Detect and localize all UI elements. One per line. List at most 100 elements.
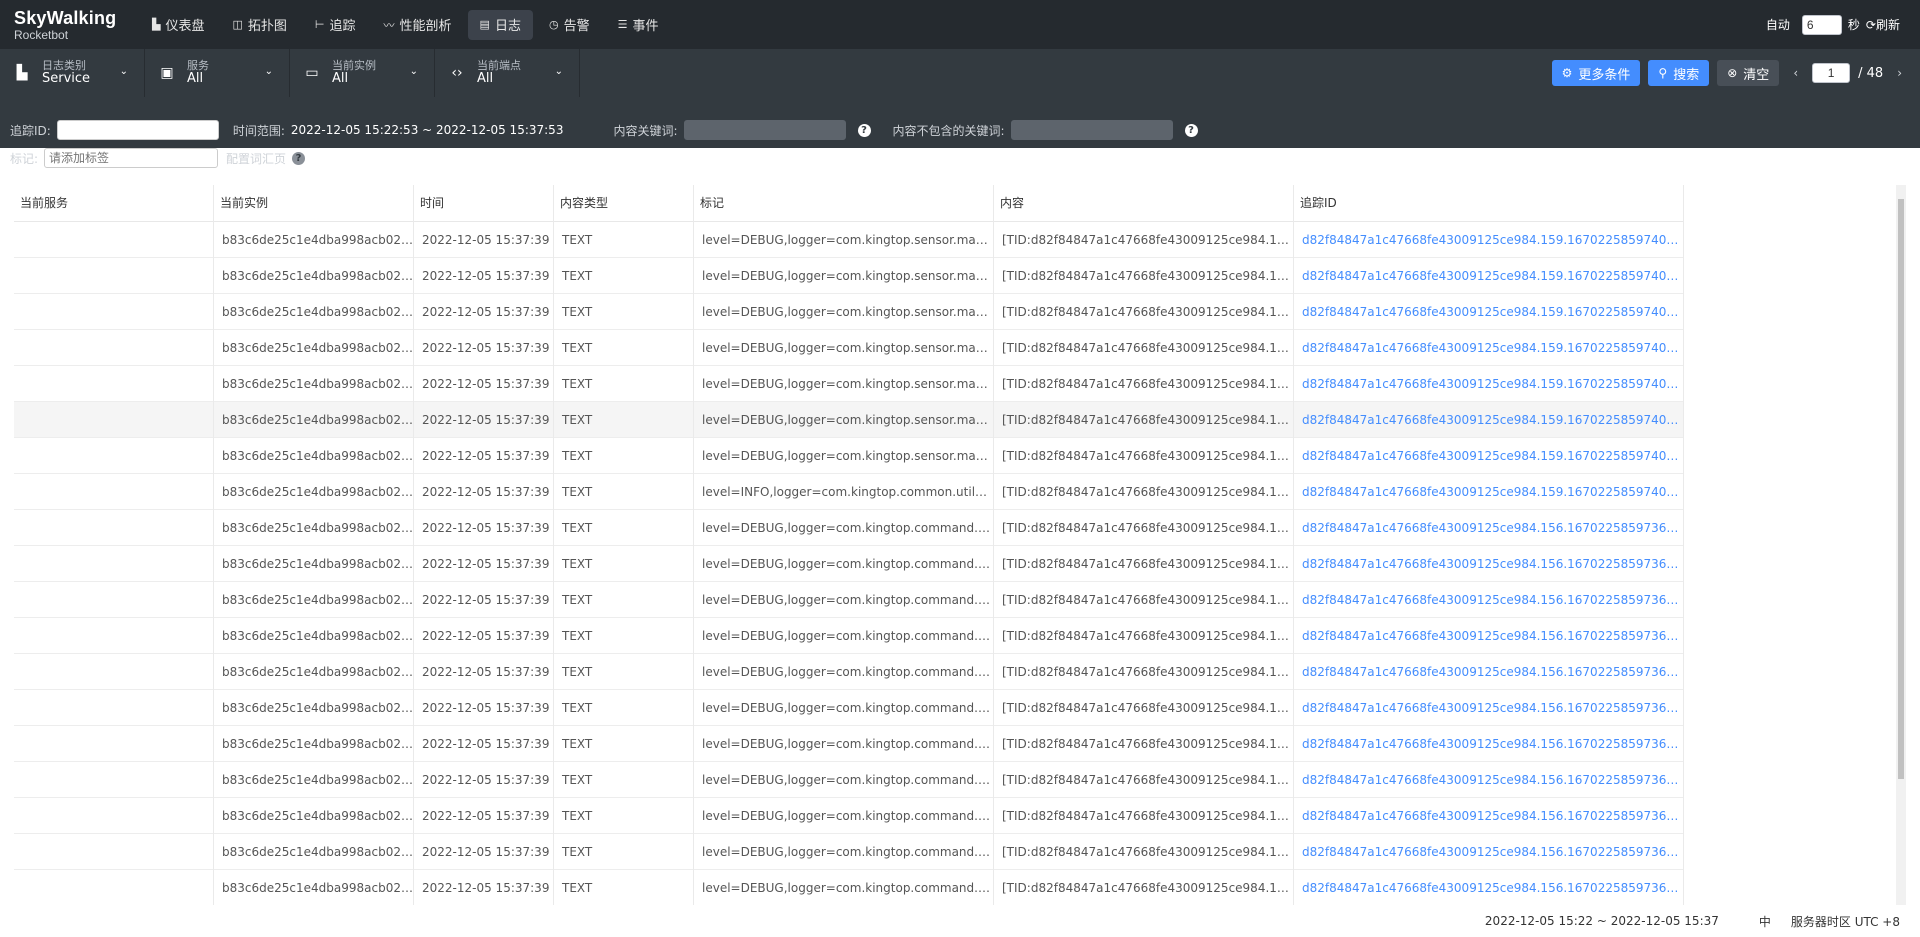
tags-input[interactable]	[44, 148, 219, 168]
table-cell: [TID:d82f84847a1c47668fe43009125ce984.15…	[994, 294, 1294, 330]
table-row[interactable]: b83c6de25c1e4dba998acb02ff... 2022-12-05 …	[14, 546, 1684, 582]
table-cell: level=DEBUG,logger=com.kingtop.sensor.ma…	[694, 258, 994, 294]
table-row[interactable]: b83c6de25c1e4dba998acb02ff... 2022-12-05 …	[14, 726, 1684, 762]
nav-item-event[interactable]: ☰ 事件	[606, 10, 671, 40]
table-cell: b83c6de25c1e4dba998acb02ff...	[214, 582, 414, 618]
log-table: 当前服务 当前实例 时间 内容类型 标记 内容 追踪ID b83c6de25c1e4dba9…	[14, 185, 1899, 905]
table-cell: 2022-12-05 15:37:39	[414, 798, 554, 834]
selector-endpoint[interactable]: ‹› 当前端点 All ⌄	[435, 49, 580, 97]
trace-id-link[interactable]: d82f84847a1c47668fe43009125ce984.156.167…	[1294, 546, 1684, 582]
table-row[interactable]: b83c6de25c1e4dba998acb02ff... 2022-12-05 …	[14, 366, 1684, 402]
table-cell: [TID:d82f84847a1c47668fe43009125ce984.15…	[994, 690, 1294, 726]
table-cell: level=DEBUG,logger=com.kingtop.command.m…	[694, 726, 994, 762]
table-cell: 2022-12-05 15:37:39	[414, 762, 554, 798]
selector-chart[interactable]: ▙ 日志类别 Service ⌄	[0, 49, 145, 97]
nav-item-log[interactable]: ▤ 日志	[467, 9, 533, 40]
nav-item-profile[interactable]: 〰性能剖析	[372, 10, 464, 40]
selector-value: All	[332, 70, 349, 86]
scroll-thumb[interactable]	[1898, 199, 1904, 779]
table-row[interactable]: b83c6de25c1e4dba998acb02ff... 2022-12-05 …	[14, 762, 1684, 798]
table-row[interactable]: b83c6de25c1e4dba998acb02ff... 2022-12-05 …	[14, 222, 1684, 258]
trace-id-link[interactable]: d82f84847a1c47668fe43009125ce984.156.167…	[1294, 690, 1684, 726]
table-cell	[14, 258, 214, 294]
keywords-input[interactable]	[683, 120, 846, 140]
trace-id-link[interactable]: d82f84847a1c47668fe43009125ce984.156.167…	[1294, 618, 1684, 654]
table-row[interactable]: b83c6de25c1e4dba998acb02ff... 2022-12-05 …	[14, 438, 1684, 474]
trace-id-link[interactable]: d82f84847a1c47668fe43009125ce984.156.167…	[1294, 834, 1684, 870]
table-cell: b83c6de25c1e4dba998acb02ff...	[214, 330, 414, 366]
table-cell: level=DEBUG,logger=com.kingtop.command.m…	[694, 546, 994, 582]
refresh-interval-input[interactable]	[1801, 14, 1842, 35]
table-cell: [TID:d82f84847a1c47668fe43009125ce984.15…	[994, 474, 1294, 510]
clear-button[interactable]: ⊗ 清空	[1717, 60, 1780, 86]
table-cell: level=DEBUG,logger=com.kingtop.sensor.ma…	[694, 222, 994, 258]
table-row[interactable]: b83c6de25c1e4dba998acb02ff... 2022-12-05 …	[14, 510, 1684, 546]
selector-service[interactable]: ▣ 服务 All ⌄	[145, 49, 290, 97]
trace-id-input[interactable]	[56, 120, 219, 140]
table-cell	[14, 762, 214, 798]
trace-id-link[interactable]: d82f84847a1c47668fe43009125ce984.159.167…	[1294, 366, 1684, 402]
table-cell: level=DEBUG,logger=com.kingtop.command.m…	[694, 510, 994, 546]
prev-page-icon[interactable]: ‹	[1793, 66, 1798, 80]
next-page-icon[interactable]: ›	[1897, 66, 1902, 80]
table-row[interactable]: b83c6de25c1e4dba998acb02ff... 2022-12-05 …	[14, 798, 1684, 834]
more-conditions-button[interactable]: ⚙ 更多条件	[1551, 60, 1641, 86]
trace-id-link[interactable]: d82f84847a1c47668fe43009125ce984.159.167…	[1294, 258, 1684, 294]
logo[interactable]: SkyWalking Rocketbot	[0, 9, 140, 41]
table-cell: 2022-12-05 15:37:39	[414, 546, 554, 582]
config-vocab-link[interactable]: 配置词汇页	[226, 150, 286, 167]
table-row[interactable]: b83c6de25c1e4dba998acb02ff... 2022-12-05 …	[14, 870, 1684, 905]
clear-label: 清空	[1743, 67, 1770, 83]
nav-item-alarm[interactable]: ◷ 告警	[537, 10, 602, 40]
trace-id-link[interactable]: d82f84847a1c47668fe43009125ce984.156.167…	[1294, 582, 1684, 618]
tags-label: 标记:	[10, 151, 39, 166]
search-button[interactable]: ⚲ 搜索	[1648, 60, 1710, 86]
table-row[interactable]: b83c6de25c1e4dba998acb02ff... 2022-12-05 …	[14, 402, 1684, 438]
pagination: ‹ / 48 ›	[1793, 63, 1902, 83]
trace-id-link[interactable]: d82f84847a1c47668fe43009125ce984.159.167…	[1294, 438, 1684, 474]
trace-id-link[interactable]: d82f84847a1c47668fe43009125ce984.156.167…	[1294, 798, 1684, 834]
table-cell: level=DEBUG,logger=com.kingtop.command.m…	[694, 690, 994, 726]
trace-id-link[interactable]: d82f84847a1c47668fe43009125ce984.159.167…	[1294, 474, 1684, 510]
nav-item-topology[interactable]: ◫ 拓扑图	[220, 10, 298, 40]
table-row[interactable]: b83c6de25c1e4dba998acb02ff... 2022-12-05 …	[14, 294, 1684, 330]
table-row[interactable]: b83c6de25c1e4dba998acb02ff... 2022-12-05 …	[14, 258, 1684, 294]
selector-instance[interactable]: ▭ 当前实例 All ⌄	[290, 49, 435, 97]
trace-id-link[interactable]: d82f84847a1c47668fe43009125ce984.156.167…	[1294, 510, 1684, 546]
time-range-label: 时间范围:	[232, 123, 285, 138]
help-icon[interactable]: ?	[857, 123, 871, 137]
trace-id-link[interactable]: d82f84847a1c47668fe43009125ce984.159.167…	[1294, 294, 1684, 330]
table-cell: b83c6de25c1e4dba998acb02ff...	[214, 474, 414, 510]
page-input[interactable]	[1812, 63, 1851, 83]
exclude-keywords-input[interactable]	[1010, 120, 1173, 140]
trace-id-link[interactable]: d82f84847a1c47668fe43009125ce984.156.167…	[1294, 654, 1684, 690]
trace-id-link[interactable]: d82f84847a1c47668fe43009125ce984.159.167…	[1294, 222, 1684, 258]
trace-id-link[interactable]: d82f84847a1c47668fe43009125ce984.156.167…	[1294, 870, 1684, 905]
table-row[interactable]: b83c6de25c1e4dba998acb02ff... 2022-12-05 …	[14, 690, 1684, 726]
help-icon[interactable]: ?	[292, 151, 306, 165]
trace-id-link[interactable]: d82f84847a1c47668fe43009125ce984.156.167…	[1294, 726, 1684, 762]
table-row[interactable]: b83c6de25c1e4dba998acb02ff... 2022-12-05 …	[14, 654, 1684, 690]
nav-item-trace[interactable]: ⊢ 追踪	[303, 10, 368, 40]
nav-item-dashboard[interactable]: ▙ 仪表盘	[140, 10, 216, 40]
trace-id-link[interactable]: d82f84847a1c47668fe43009125ce984.159.167…	[1294, 402, 1684, 438]
time-range-value[interactable]: 2022-12-05 15:22:53 ~ 2022-12-05 15:37:5…	[291, 123, 564, 137]
language-switch[interactable]: 中	[1759, 913, 1771, 930]
table-cell: b83c6de25c1e4dba998acb02ff...	[214, 798, 414, 834]
table-row[interactable]: b83c6de25c1e4dba998acb02ff... 2022-12-05 …	[14, 474, 1684, 510]
table-cell	[14, 618, 214, 654]
table-scrollbar[interactable]	[1896, 185, 1906, 905]
table-row[interactable]: b83c6de25c1e4dba998acb02ff... 2022-12-05 …	[14, 618, 1684, 654]
trace-id-link[interactable]: d82f84847a1c47668fe43009125ce984.159.167…	[1294, 330, 1684, 366]
table-row[interactable]: b83c6de25c1e4dba998acb02ff... 2022-12-05 …	[14, 834, 1684, 870]
table-row[interactable]: b83c6de25c1e4dba998acb02ff... 2022-12-05 …	[14, 582, 1684, 618]
trace-id-link[interactable]: d82f84847a1c47668fe43009125ce984.156.167…	[1294, 762, 1684, 798]
auto-label: 自动	[1765, 18, 1790, 32]
selector-text: 当前端点 All	[477, 59, 521, 86]
refresh-button[interactable]: ⟳ 刷新	[1866, 16, 1900, 33]
footer-time-range[interactable]: 2022-12-05 15:22 ~ 2022-12-05 15:37	[1485, 914, 1719, 928]
table-row[interactable]: b83c6de25c1e4dba998acb02ff... 2022-12-05 …	[14, 330, 1684, 366]
table-cell: b83c6de25c1e4dba998acb02ff...	[214, 762, 414, 798]
chart-icon: ▙	[16, 65, 28, 81]
help-icon[interactable]: ?	[1184, 123, 1198, 137]
